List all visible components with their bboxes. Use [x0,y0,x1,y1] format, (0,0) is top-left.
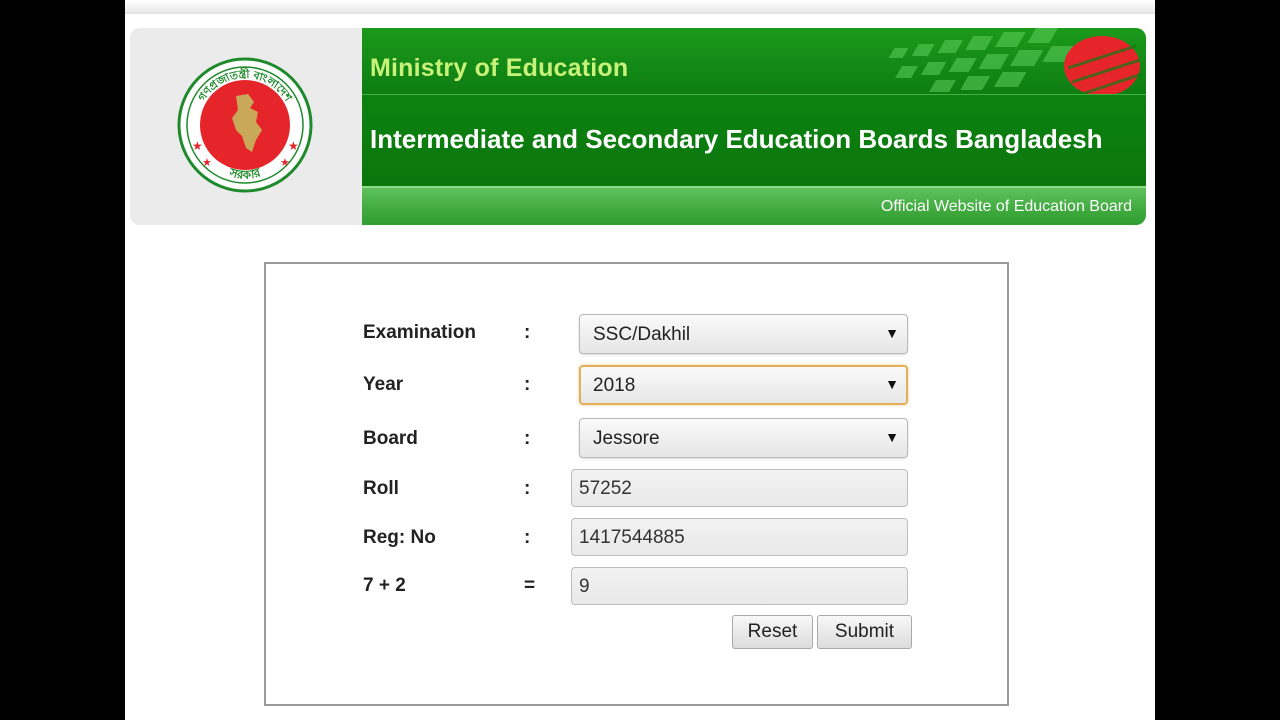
header-banner: Ministry of Education Intermediate and S… [362,28,1146,225]
browser-viewport: গণপ্রজাতন্ত্রী বাংলাদেশ সরকার ★ ★ ★ ★ Mi… [125,0,1155,720]
chevron-down-icon: ▼ [885,325,899,341]
logo-panel: গণপ্রজাতন্ত্রী বাংলাদেশ সরকার ★ ★ ★ ★ [130,28,362,225]
captcha-value: 9 [579,576,590,597]
submit-button[interactable]: Submit [817,615,912,649]
top-bar [125,0,1155,14]
roll-label: Roll [363,478,399,499]
board-label: Board [363,428,418,449]
examination-value: SSC/Dakhil [593,324,691,345]
board-value: Jessore [593,428,660,449]
reg-no-separator: : [524,527,531,548]
year-label: Year [363,374,404,395]
roll-input[interactable]: 57252 [571,469,908,507]
examination-separator: : [524,322,531,343]
examination-select[interactable]: SSC/Dakhil ▼ [579,314,908,354]
tagline: Official Website of Education Board [880,198,1132,215]
reg-no-value: 1417544885 [579,527,685,548]
site-header: গণপ্রজাতন্ত্রী বাংলাদেশ সরকার ★ ★ ★ ★ Mi… [130,28,1146,225]
reg-no-input[interactable]: 1417544885 [571,518,908,556]
flag-graphic-icon [888,28,1143,94]
result-form: Examination : SSC/Dakhil ▼ Year : 2018 ▼… [264,262,1009,706]
board-separator: : [524,428,531,449]
ministry-title: Ministry of Education [370,54,629,82]
star-icon: ★ [202,157,212,169]
reg-no-label: Reg: No [363,527,436,548]
roll-separator: : [524,478,531,499]
roll-value: 57252 [579,478,632,499]
captcha-equals: = [524,575,536,596]
captcha-input[interactable]: 9 [571,567,908,605]
chevron-down-icon: ▼ [885,429,899,445]
board-select[interactable]: Jessore ▼ [579,418,908,458]
year-value: 2018 [593,375,636,396]
captcha-question: 7 + 2 [363,575,406,596]
reset-button[interactable]: Reset [732,615,813,649]
government-seal-icon[interactable]: গণপ্রজাতন্ত্রী বাংলাদেশ সরকার ★ ★ ★ ★ [176,56,314,194]
star-icon: ★ [280,157,290,169]
chevron-down-icon: ▼ [885,376,899,392]
star-icon: ★ [192,139,203,153]
board-title: Intermediate and Secondary Education Boa… [370,124,1103,154]
year-separator: : [524,374,531,395]
examination-label: Examination [363,322,476,343]
star-icon: ★ [288,139,299,153]
year-select[interactable]: 2018 ▼ [579,365,908,405]
